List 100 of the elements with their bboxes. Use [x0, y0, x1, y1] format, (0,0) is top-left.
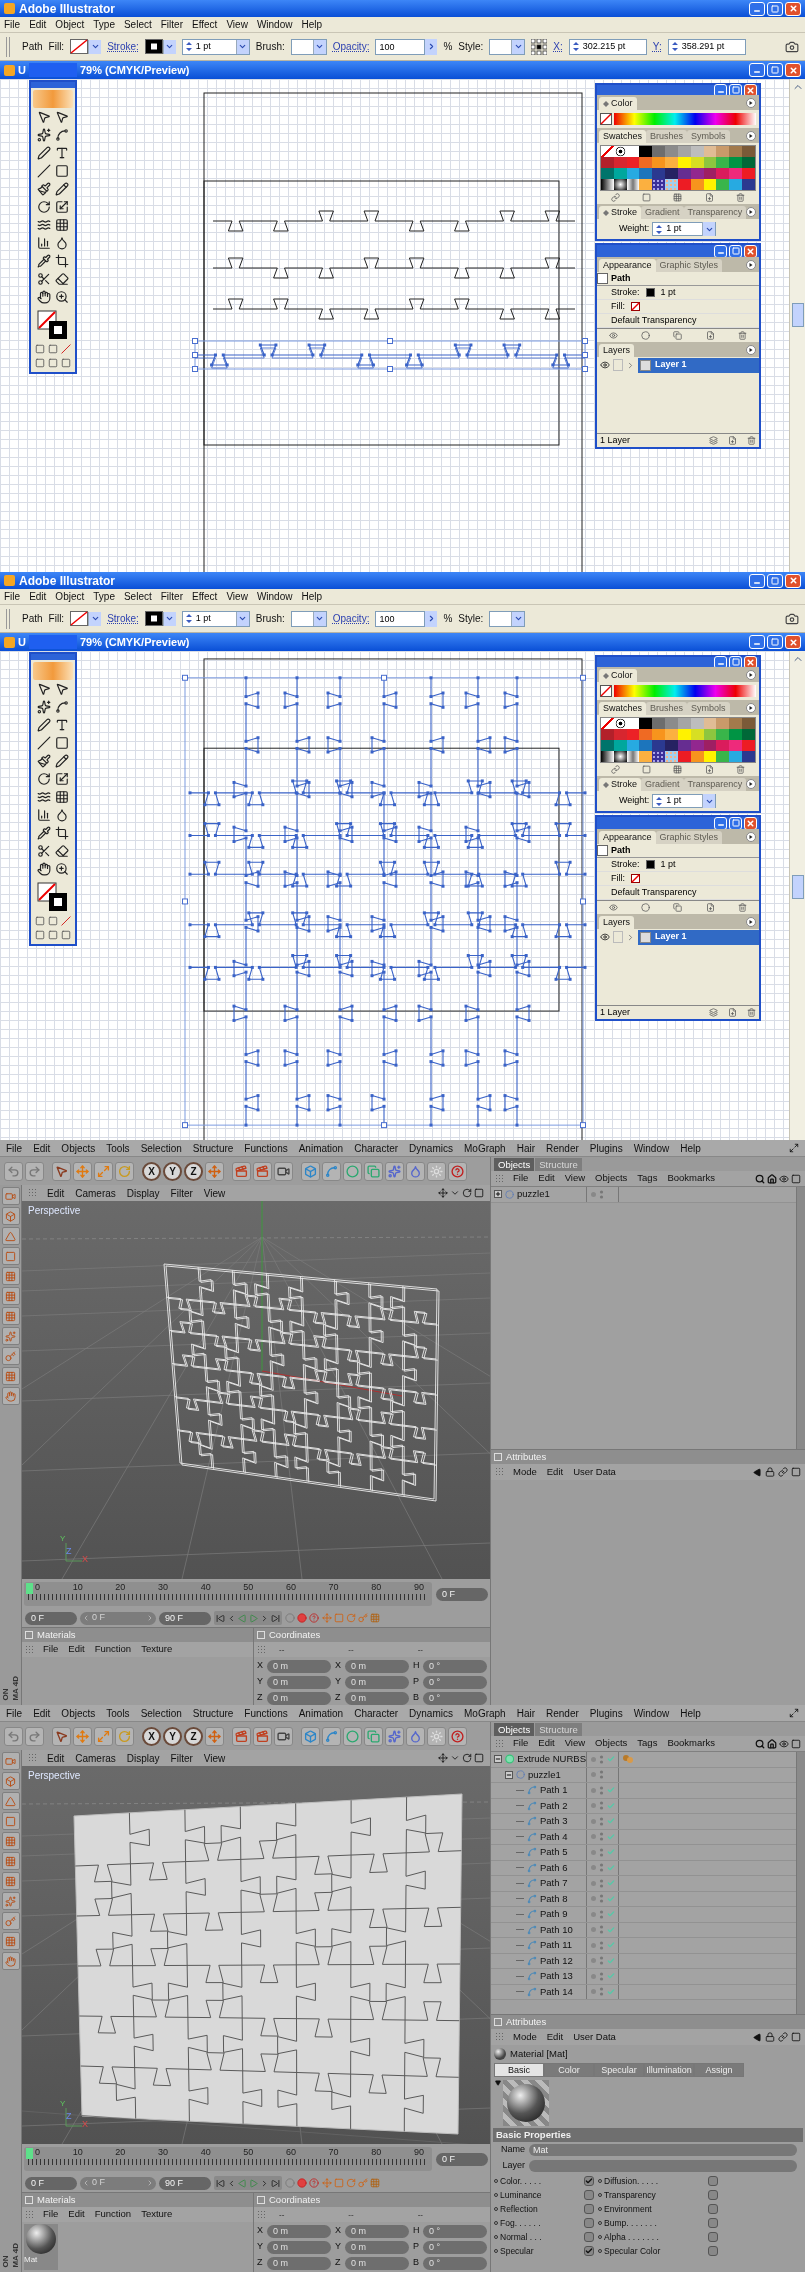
appearance-attribute[interactable]: Stroke: [611, 285, 640, 300]
menu-item[interactable]: Select [123, 589, 152, 604]
menu-item[interactable]: Help [680, 1705, 701, 1721]
appearance-attribute[interactable]: Stroke: [611, 857, 640, 872]
object-row[interactable]: Path 5 [491, 1845, 796, 1861]
viewport-menu-item[interactable]: View [203, 1185, 226, 1201]
name-field[interactable]: Mat [529, 2144, 797, 2156]
menu-item[interactable]: Edit [538, 1171, 555, 1186]
end-frame-field[interactable]: 90 F [159, 2176, 211, 2190]
menu-item[interactable]: Functions [244, 1705, 288, 1721]
menu-item[interactable]: Animation [298, 1705, 344, 1721]
control-link[interactable]: Y: [652, 39, 662, 54]
menu-item[interactable]: Render [546, 1140, 579, 1156]
coordinate-field[interactable]: 0 ° [423, 2256, 487, 2270]
viewport-menu-item[interactable]: Cameras [75, 1750, 116, 1766]
coordinate-field[interactable]: 0 ° [423, 1659, 487, 1673]
menu-item[interactable]: Window [633, 1140, 670, 1156]
menu-item[interactable]: MoGraph [464, 1705, 506, 1721]
menu-item[interactable]: User Data [573, 1464, 616, 1480]
canvas[interactable]: Color Swatches Brushes Symbols Stroke Gradient Transparency Weight: 1 pt Appearance Graphic Styles Path Stroke: 1 pt Fill: Default Transparency Layers Layer 1 1 Layer [0, 651, 789, 1140]
menu-item[interactable]: Edit [29, 589, 47, 604]
menu-item[interactable]: View [226, 17, 248, 32]
viewport-menu-item[interactable]: Edit [47, 1750, 65, 1766]
axis-lock-button[interactable]: X [142, 1161, 161, 1181]
object-row[interactable]: Path 11 [491, 1938, 796, 1954]
menu-item[interactable]: Tags [637, 1736, 658, 1751]
menu-item[interactable]: Tools [106, 1140, 130, 1156]
panel-tab[interactable]: Appearance [599, 831, 656, 844]
appearance-attribute[interactable]: Default Transparency [611, 885, 697, 900]
menu-item[interactable]: Animation [298, 1140, 344, 1156]
menu-item[interactable]: Mode [513, 1464, 537, 1480]
end-frame-field[interactable]: 90 F [159, 1611, 211, 1625]
coordinate-field[interactable]: 0 m [345, 2224, 409, 2238]
coordinate-field[interactable]: 0 m [345, 1675, 409, 1689]
menu-item[interactable]: File [43, 2207, 59, 2222]
menu-item[interactable]: Bookmarks [667, 1171, 715, 1186]
appearance-attribute[interactable]: Default Transparency [611, 313, 697, 328]
menu-item[interactable]: Hair [516, 1140, 535, 1156]
coordinate-field[interactable]: 302.215 pt [568, 38, 647, 55]
menu-item[interactable]: Character [354, 1140, 399, 1156]
menu-item[interactable]: MoGraph [464, 1140, 506, 1156]
panel-tab[interactable]: Transparency [683, 778, 747, 791]
control-link[interactable]: Stroke: [107, 611, 139, 626]
layer-row[interactable]: Layer 1 [638, 357, 759, 373]
control-link[interactable]: Opacity: [332, 39, 370, 54]
viewport-menu-item[interactable]: Cameras [75, 1185, 116, 1201]
menu-item[interactable]: View [564, 1736, 586, 1751]
menu-item[interactable]: Function [94, 2207, 132, 2222]
menu-item[interactable]: Edit [538, 1736, 555, 1751]
panel-tab[interactable]: Appearance [599, 259, 656, 272]
opacity-field[interactable]: 100 [375, 610, 426, 627]
panel-tab[interactable]: Symbols [687, 130, 730, 143]
axis-lock-button[interactable]: Z [184, 1726, 203, 1746]
menu-item[interactable]: User Data [573, 2029, 616, 2045]
axis-lock-button[interactable]: X [142, 1726, 161, 1746]
coordinate-header[interactable]: -- [279, 2208, 349, 2221]
menu-item[interactable]: File [4, 17, 21, 32]
menu-item[interactable]: Window [256, 17, 293, 32]
coordinate-field[interactable]: 358.291 pt [667, 38, 746, 55]
timeline-ruler[interactable]: 0 10 20 30 40 50 60 70 80 90 [24, 2147, 432, 2171]
weight-select[interactable]: 1 pt [181, 610, 250, 627]
panel-tab[interactable]: Stroke [599, 778, 641, 791]
coordinate-header[interactable]: -- [348, 1643, 418, 1656]
control-link[interactable]: X: [553, 39, 563, 54]
menu-item[interactable]: Mode [513, 2029, 537, 2045]
menu-item[interactable]: Objects [595, 1171, 628, 1186]
axis-lock-button[interactable]: Y [163, 1161, 182, 1181]
control-link[interactable]: Opacity: [332, 611, 370, 626]
coordinate-field[interactable]: 0 m [345, 2256, 409, 2270]
viewport-menu-item[interactable]: Filter [170, 1750, 193, 1766]
start-frame-field[interactable]: 0 F [25, 1611, 77, 1625]
layer-row[interactable]: Layer 1 [638, 929, 759, 945]
menu-item[interactable]: Select [123, 17, 152, 32]
menu-item[interactable]: Objects [61, 1140, 96, 1156]
opacity-field[interactable]: 100 [375, 38, 426, 55]
menu-item[interactable]: Help [301, 17, 323, 32]
weight-select[interactable]: 1 pt [181, 38, 250, 55]
menu-item[interactable]: Edit [68, 2207, 85, 2222]
menu-item[interactable]: Tags [637, 1171, 658, 1186]
panel-tab[interactable]: Color [599, 669, 637, 682]
menu-item[interactable]: Dynamics [409, 1705, 453, 1721]
frame-field[interactable]: 0 F [436, 1587, 488, 1601]
attribute-tab[interactable]: Assign [694, 2063, 744, 2077]
viewport[interactable]: Perspective Y Z X [22, 1201, 490, 1579]
panel-tab[interactable]: Layers [599, 916, 634, 929]
menu-item[interactable]: Character [354, 1705, 399, 1721]
menu-item[interactable]: Selection [140, 1140, 182, 1156]
menu-item[interactable]: File [4, 589, 21, 604]
menu-item[interactable]: Effect [192, 589, 218, 604]
menu-item[interactable]: Dynamics [409, 1140, 453, 1156]
menu-item[interactable]: Objects [595, 1736, 628, 1751]
axis-lock-button[interactable]: Y [163, 1726, 182, 1746]
weight-select[interactable]: 1 pt [652, 222, 717, 236]
panel-tab[interactable]: Brushes [646, 130, 688, 143]
menu-item[interactable]: Bookmarks [667, 1736, 715, 1751]
object-row[interactable]: Extrude NURBS [491, 1752, 796, 1768]
coordinate-field[interactable]: 0 m [267, 2256, 331, 2270]
timeline-ruler[interactable]: 0 10 20 30 40 50 60 70 80 90 [24, 1582, 432, 1606]
menu-item[interactable]: File [43, 1642, 59, 1657]
appearance-attribute[interactable]: Fill: [611, 299, 625, 314]
